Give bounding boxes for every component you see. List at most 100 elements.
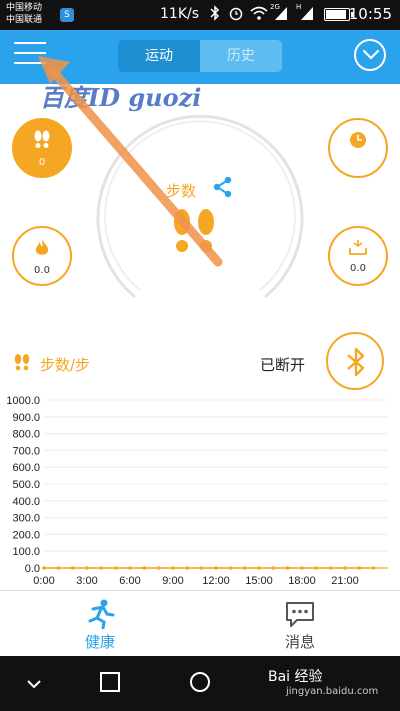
y-tick-label: 300.0 (12, 513, 40, 525)
menu-icon-line (14, 62, 46, 64)
x-tick-label: 0:00 (33, 575, 54, 587)
steps-chart: 0.0 100.0 200.0 300.0 400.0 500.0 600.0 700.0 80… (0, 392, 400, 590)
chart-header: 步数/步 已断开 (0, 324, 400, 394)
brand-watermark: Bai 经验 (268, 669, 323, 685)
steps-data-point (371, 566, 376, 570)
steps-data-point (85, 566, 89, 570)
circle-home-button[interactable] (190, 672, 210, 692)
steps-data-point (257, 566, 261, 570)
steps-data-point (128, 566, 132, 570)
y-tick-label: 1000.0 (6, 395, 40, 407)
x-tick-label: 15:00 (245, 575, 273, 587)
tab-exercise[interactable]: 运动 (118, 40, 200, 72)
steps-data-point (185, 566, 190, 570)
steps-data-point (99, 566, 104, 570)
carrier-name-1: 中国移动 (6, 3, 43, 13)
signal-strength-icon-2 (300, 5, 314, 25)
tab-history[interactable]: 历史 (200, 40, 282, 72)
chat-bubble-icon (286, 602, 314, 627)
steps-data-point (242, 566, 247, 570)
clock-time: 10:55 (348, 5, 392, 23)
menu-icon-line (14, 52, 46, 54)
clock-icon (330, 130, 386, 155)
flame-icon (14, 238, 70, 263)
x-tick-label: 18:00 (288, 575, 316, 587)
y-tick-label: 800.0 (12, 429, 40, 441)
y-tick-label: 200.0 (12, 529, 40, 541)
chevron-down-icon (362, 49, 380, 60)
calorie-button[interactable]: 0.0 (12, 226, 72, 286)
scale-icon (330, 238, 386, 261)
steps-data-point (156, 566, 161, 570)
nav-messages[interactable]: 消息 (200, 591, 400, 657)
y-tick-label: 500.0 (12, 479, 40, 491)
steps-data-point (300, 566, 304, 570)
carrier-name-2: 中国联通 (6, 15, 43, 25)
steps-data-point (142, 566, 147, 570)
nav-messages-label: 消息 (284, 633, 315, 651)
signal-strength-icon-1 (274, 5, 288, 25)
x-tick-label: 12:00 (202, 575, 230, 587)
menu-button[interactable] (14, 42, 46, 70)
app-header: 运动 历史 百度ID guozi (0, 30, 400, 112)
steps-data-point (314, 566, 319, 570)
steps-data-point (328, 566, 333, 570)
connection-status: 已断开 (260, 356, 306, 374)
calorie-value: 0.0 (34, 265, 50, 276)
footprints-small-icon (12, 354, 32, 376)
y-tick-label: 700.0 (12, 445, 40, 457)
steps-data-point (285, 566, 290, 570)
check-button[interactable] (354, 39, 386, 71)
steps-data-point (357, 566, 362, 570)
nav-health-label: 健康 (84, 633, 115, 651)
steps-button[interactable]: 0 (12, 118, 72, 178)
steps-data-point (199, 566, 204, 570)
y-tick-label: 900.0 (12, 412, 40, 424)
steps-data-point (56, 566, 61, 570)
steps-data-point (343, 566, 347, 570)
network-speed: 11K/s (160, 6, 200, 22)
footprints-icon (14, 130, 70, 155)
x-tick-label: 6:00 (119, 575, 140, 587)
weight-value: 0.0 (350, 263, 366, 274)
steps-data-point (271, 566, 276, 570)
bottom-navigation: 健康 消息 (0, 590, 400, 656)
time-button[interactable] (328, 118, 388, 178)
activity-panel: 0 0.0 0.0 步数 (0, 84, 400, 324)
app-notification-icon: S (60, 8, 74, 22)
steps-data-point (171, 566, 175, 570)
steps-data-point (214, 566, 218, 570)
chart-title: 步数/步 (40, 356, 91, 374)
steps-chart-svg: 0.0 100.0 200.0 300.0 400.0 500.0 600.0 700.0 80… (6, 395, 388, 587)
running-person-icon (88, 599, 115, 629)
x-tick-label: 3:00 (76, 575, 97, 587)
share-icon[interactable] (212, 176, 234, 202)
battery-icon (324, 8, 353, 21)
steps-data-point (113, 566, 118, 570)
steps-data-point (70, 566, 75, 570)
alarm-icon (228, 5, 244, 25)
weight-button[interactable]: 0.0 (328, 226, 388, 286)
footprints-large-icon (168, 206, 220, 262)
tab-switcher: 运动 历史 (118, 40, 282, 72)
step-gauge (96, 114, 304, 299)
bluetooth-button[interactable] (326, 332, 384, 390)
nav-health[interactable]: 健康 (0, 591, 200, 657)
square-recents-button[interactable] (100, 672, 120, 692)
status-bar: 中国移动 中国联通 S 11K/s 2G H 10:55 (0, 0, 400, 30)
x-tick-label: 9:00 (162, 575, 183, 587)
steps-center-label: 步数 (166, 182, 197, 200)
steps-button-value: 0 (38, 157, 46, 168)
back-chevron-icon[interactable] (26, 674, 42, 695)
site-watermark: jingyan.baidu.com (286, 686, 379, 697)
wifi-icon (250, 5, 268, 25)
bluetooth-icon (347, 347, 365, 377)
y-tick-label: 0.0 (25, 563, 40, 575)
menu-icon-line (14, 42, 46, 44)
y-tick-label: 400.0 (12, 496, 40, 508)
system-navigation-bar: Bai 经验 jingyan.baidu.com (0, 656, 400, 711)
battery-level-fill (326, 10, 346, 19)
bluetooth-status-icon (210, 5, 220, 25)
y-tick-label: 600.0 (12, 462, 40, 474)
steps-data-point (228, 566, 233, 570)
